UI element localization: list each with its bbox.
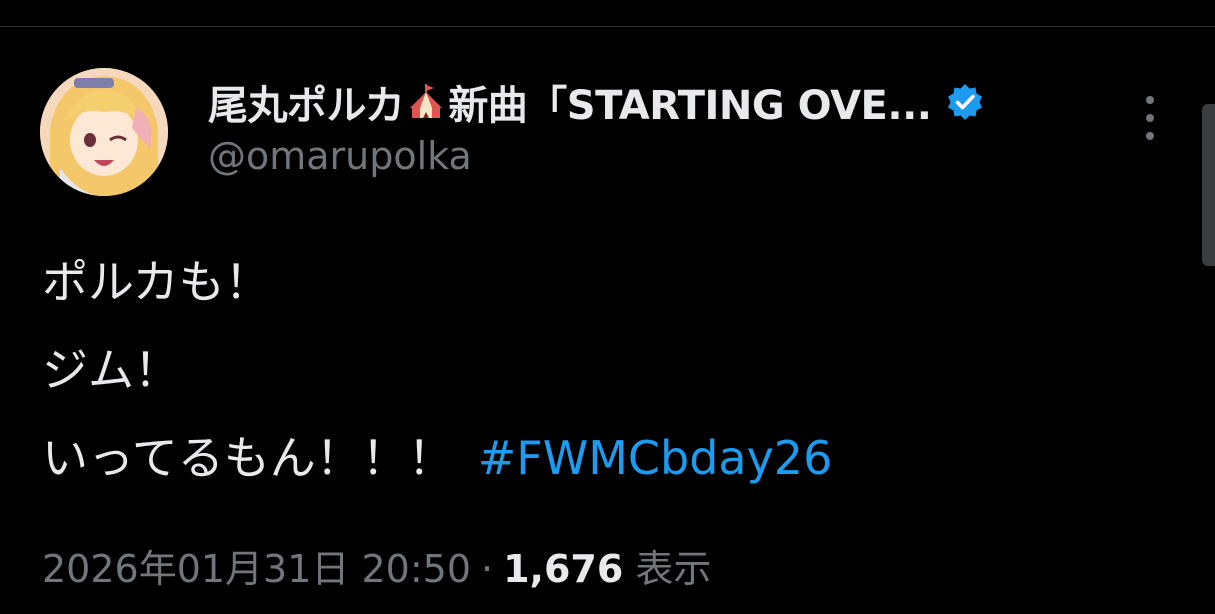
verified-badge-icon [945,82,985,122]
top-divider [0,26,1215,27]
author-handle[interactable]: @omarupolka [208,134,472,178]
avatar-image [40,68,168,196]
more-vertical-icon-dot-3 [1146,132,1154,140]
meta-separator: · [481,547,494,591]
tweet-text-line-3-text: いってるもん！！！ [42,431,454,485]
hashtag-link[interactable]: #FWMCbday26 [478,431,833,485]
author-display-name-part2: 新曲「STARTING OVE... [448,83,932,129]
tweet-text-line-3: いってるもん！！！ #FWMCbday26 [42,414,1172,502]
circus-tent-icon [406,82,446,122]
scrollbar-thumb[interactable] [1202,104,1215,266]
author-display-name-part1: 尾丸ポルカ [208,83,405,129]
more-vertical-icon-dot-1 [1146,96,1154,104]
author-name-row[interactable]: 尾丸ポルカ 新曲「STARTING OVE... [208,74,985,130]
tweet-timestamp[interactable]: 2026年01月31日 20:50 [42,547,471,591]
more-options-button[interactable] [1132,96,1168,140]
tweet-text: ポルカも！ ジム！ いってるもん！！！ #FWMCbday26 [42,238,1172,502]
views-count: 1,676 [503,547,624,591]
tweet-meta: 2026年01月31日 20:50 · 1,676 表示 [42,538,711,593]
more-vertical-icon-dot-2 [1146,114,1154,122]
author-avatar[interactable] [40,68,168,196]
tweet-text-line-1: ポルカも！ [42,255,271,309]
tweet-text-line-2: ジム！ [42,343,180,397]
views-label: 表示 [635,547,712,591]
